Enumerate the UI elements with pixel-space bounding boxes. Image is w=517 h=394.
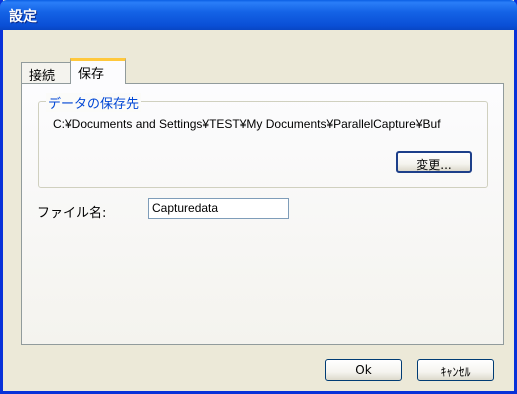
tab-save[interactable]: 保存 bbox=[70, 58, 126, 84]
filename-input[interactable]: Capturedata bbox=[148, 198, 289, 219]
save-tab-panel: データの保存先 C:¥Documents and Settings¥TEST¥M… bbox=[21, 83, 504, 345]
save-destination-group: データの保存先 C:¥Documents and Settings¥TEST¥M… bbox=[38, 93, 488, 188]
tab-connection[interactable]: 接続 bbox=[21, 62, 72, 84]
filename-label: ファイル名: bbox=[37, 206, 107, 221]
cancel-button[interactable]: ｷｬﾝｾﾙ bbox=[417, 359, 494, 381]
change-button-label: 変更... bbox=[416, 158, 452, 172]
group-title: データの保存先 bbox=[46, 93, 142, 112]
cancel-button-label: ｷｬﾝｾﾙ bbox=[440, 365, 471, 379]
ok-button[interactable]: Ok bbox=[325, 359, 402, 381]
title-bar[interactable]: 設定 bbox=[0, 0, 517, 30]
ok-button-label: Ok bbox=[355, 363, 372, 377]
settings-dialog: 設定 接続 保存 データの保存先 C:¥Documents and Settin… bbox=[0, 0, 517, 394]
change-button[interactable]: 変更... bbox=[396, 151, 472, 173]
window-title: 設定 bbox=[9, 9, 37, 25]
save-path-text: C:¥Documents and Settings¥TEST¥My Docume… bbox=[53, 117, 441, 131]
